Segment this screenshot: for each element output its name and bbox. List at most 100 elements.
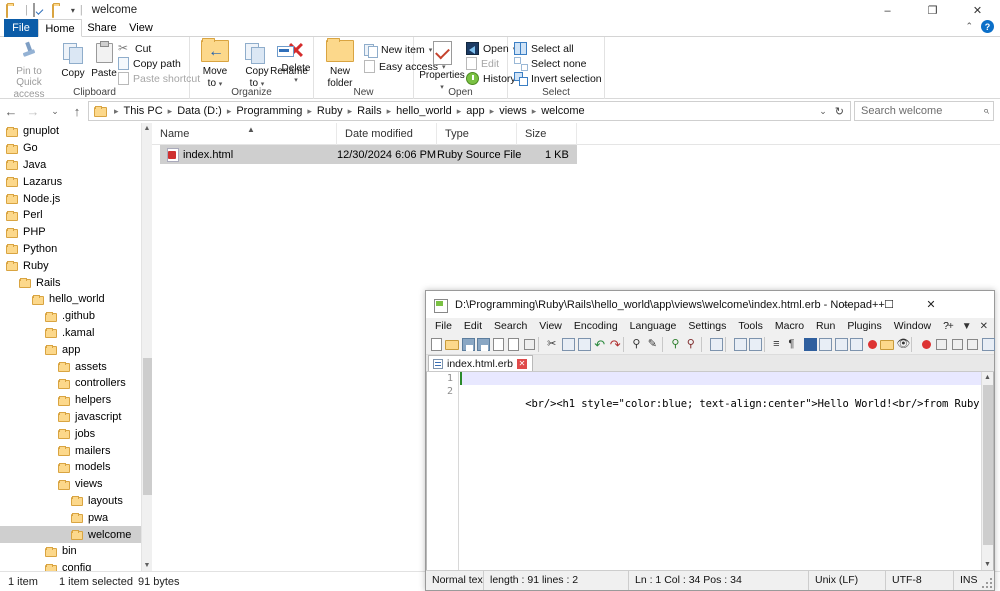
- macro-save-icon[interactable]: [980, 336, 995, 353]
- properties-check-icon[interactable]: [32, 3, 47, 17]
- close-button[interactable]: ✕: [910, 291, 952, 318]
- menu-plugins[interactable]: Plugins: [841, 318, 887, 334]
- print-icon[interactable]: [521, 336, 536, 353]
- code-text-area[interactable]: <br/><h1 style="color:blue; text-align:c…: [460, 372, 993, 571]
- scroll-up-icon[interactable]: ▲: [142, 123, 152, 134]
- resize-grip[interactable]: [983, 579, 993, 589]
- scrollbar-thumb[interactable]: [143, 358, 152, 495]
- save-icon[interactable]: [460, 336, 475, 353]
- column-header-type[interactable]: Type: [437, 123, 517, 145]
- select-all-button[interactable]: Select all: [514, 42, 574, 55]
- zoom-out-icon[interactable]: ⚲: [685, 336, 699, 353]
- tab-share[interactable]: Share: [82, 19, 122, 37]
- tree-item-jobs[interactable]: jobs: [0, 425, 152, 442]
- tree-item-node-js[interactable]: Node.js: [0, 190, 152, 207]
- menu-edit[interactable]: Edit: [458, 318, 488, 334]
- tree-item-hello-world[interactable]: hello_world: [0, 291, 152, 308]
- menu-settings[interactable]: Settings: [682, 318, 732, 334]
- tree-item-controllers[interactable]: controllers: [0, 375, 152, 392]
- scroll-down-icon[interactable]: ▼: [142, 560, 152, 571]
- close-button[interactable]: ✕: [955, 0, 1000, 21]
- column-header-name[interactable]: Name: [152, 123, 337, 145]
- tree-item-helpers[interactable]: helpers: [0, 392, 152, 409]
- invert-selection-button[interactable]: Invert selection: [514, 72, 602, 86]
- breadcrumb-item-rails[interactable]: Rails: [356, 105, 382, 117]
- tree-item-rails[interactable]: Rails: [0, 274, 152, 291]
- column-header-size[interactable]: Size: [517, 123, 577, 145]
- tree-item-java[interactable]: Java: [0, 157, 152, 174]
- tree-item-pwa[interactable]: pwa: [0, 509, 152, 526]
- properties-button[interactable]: Properties ▾: [416, 40, 468, 93]
- breadcrumb-item-app[interactable]: app: [465, 105, 485, 117]
- paste-icon[interactable]: [576, 336, 591, 353]
- eye-icon[interactable]: 👁: [894, 336, 910, 353]
- sync-vertical-icon[interactable]: [708, 336, 724, 353]
- scroll-up-icon[interactable]: ▲: [982, 372, 993, 384]
- menu-window[interactable]: Window: [888, 318, 937, 334]
- tree-item-php[interactable]: PHP: [0, 224, 152, 241]
- tree-item-python[interactable]: Python: [0, 241, 152, 258]
- replace-icon[interactable]: ✎: [646, 336, 660, 353]
- breadcrumb-item-welcome[interactable]: welcome: [540, 105, 585, 117]
- tree-item-ruby[interactable]: Ruby: [0, 257, 152, 274]
- show-indent-icon[interactable]: [802, 336, 817, 353]
- paste-button[interactable]: Paste: [86, 40, 122, 79]
- paste-shortcut-button[interactable]: Paste shortcut: [118, 72, 200, 85]
- minimize-button[interactable]: –: [826, 291, 868, 318]
- breadcrumb-item-views[interactable]: views: [498, 105, 528, 117]
- new-folder-button[interactable]: New folder: [318, 38, 362, 89]
- function-list-icon[interactable]: [848, 336, 864, 353]
- indent-guide-icon[interactable]: ¶: [787, 336, 801, 353]
- editor-scrollbar[interactable]: ▲ ▼: [981, 372, 993, 571]
- back-button[interactable]: ←: [0, 104, 22, 119]
- menu-tools[interactable]: Tools: [732, 318, 769, 334]
- menu-macro[interactable]: Macro: [769, 318, 810, 334]
- help-icon[interactable]: ?: [981, 20, 994, 33]
- undo-icon[interactable]: ↶: [591, 336, 605, 353]
- redo-icon[interactable]: ↷: [607, 336, 621, 353]
- breadcrumb-item-data-d[interactable]: Data (D:): [176, 105, 223, 117]
- tree-item-config[interactable]: config: [0, 560, 152, 571]
- breadcrumb[interactable]: ▸ This PC ▸ Data (D:) ▸ Programming ▸ Ru…: [88, 101, 851, 121]
- word-wrap-icon[interactable]: [747, 336, 763, 353]
- macro-playmulti-icon[interactable]: [964, 336, 979, 353]
- menu-run[interactable]: Run: [810, 318, 841, 334]
- new-folder-icon[interactable]: [51, 3, 66, 18]
- tree-item-mailers[interactable]: mailers: [0, 442, 152, 459]
- menu-encoding[interactable]: Encoding: [568, 318, 624, 334]
- open-file-icon[interactable]: [444, 336, 460, 353]
- up-button[interactable]: ↑: [66, 104, 88, 119]
- cut-button[interactable]: ✂ Cut: [118, 42, 151, 55]
- tab-close-icon[interactable]: ✕: [516, 358, 527, 369]
- udl-dialog-icon[interactable]: [817, 336, 833, 353]
- tree-item-welcome[interactable]: welcome: [0, 526, 152, 543]
- close-document-button[interactable]: ✕: [980, 321, 988, 332]
- breadcrumb-item-ruby[interactable]: Ruby: [316, 105, 344, 117]
- macro-play-icon[interactable]: [949, 336, 963, 353]
- all-chars-icon[interactable]: ≡: [771, 336, 785, 353]
- tree-item-go[interactable]: Go: [0, 140, 152, 157]
- copy-icon[interactable]: [560, 336, 576, 353]
- tab-list-button[interactable]: ▼: [962, 321, 972, 332]
- forward-button[interactable]: →: [22, 104, 44, 119]
- collapse-ribbon-icon[interactable]: ⌃: [965, 21, 973, 32]
- chevron-down-icon[interactable]: ⌄: [815, 106, 831, 117]
- tab-index-html-erb[interactable]: index.html.erb ✕: [428, 355, 533, 371]
- tree-item-kamal[interactable]: .kamal: [0, 325, 152, 342]
- tab-view[interactable]: View: [122, 19, 160, 37]
- tree-item-views[interactable]: views: [0, 476, 152, 493]
- tab-file[interactable]: File: [4, 19, 38, 37]
- edit-button[interactable]: Edit: [466, 57, 499, 70]
- tree-item-bin[interactable]: bin: [0, 543, 152, 560]
- navigation-pane[interactable]: gnuplot Go Java Lazarus Node.js Perl PHP Python…: [0, 123, 152, 571]
- code-line[interactable]: [460, 385, 981, 398]
- search-input[interactable]: Search welcome ⌕: [854, 101, 994, 121]
- zoom-in-icon[interactable]: ⚲: [669, 336, 683, 353]
- macro-record-icon[interactable]: [918, 336, 932, 353]
- menu-language[interactable]: Language: [624, 318, 683, 334]
- minimize-button[interactable]: –: [865, 0, 910, 21]
- tab-home[interactable]: Home: [38, 19, 82, 37]
- copy-path-button[interactable]: Copy path: [118, 57, 181, 70]
- move-to-button[interactable]: Move to ▾: [193, 38, 237, 90]
- dropdown-caret-icon[interactable]: ▾: [71, 6, 75, 15]
